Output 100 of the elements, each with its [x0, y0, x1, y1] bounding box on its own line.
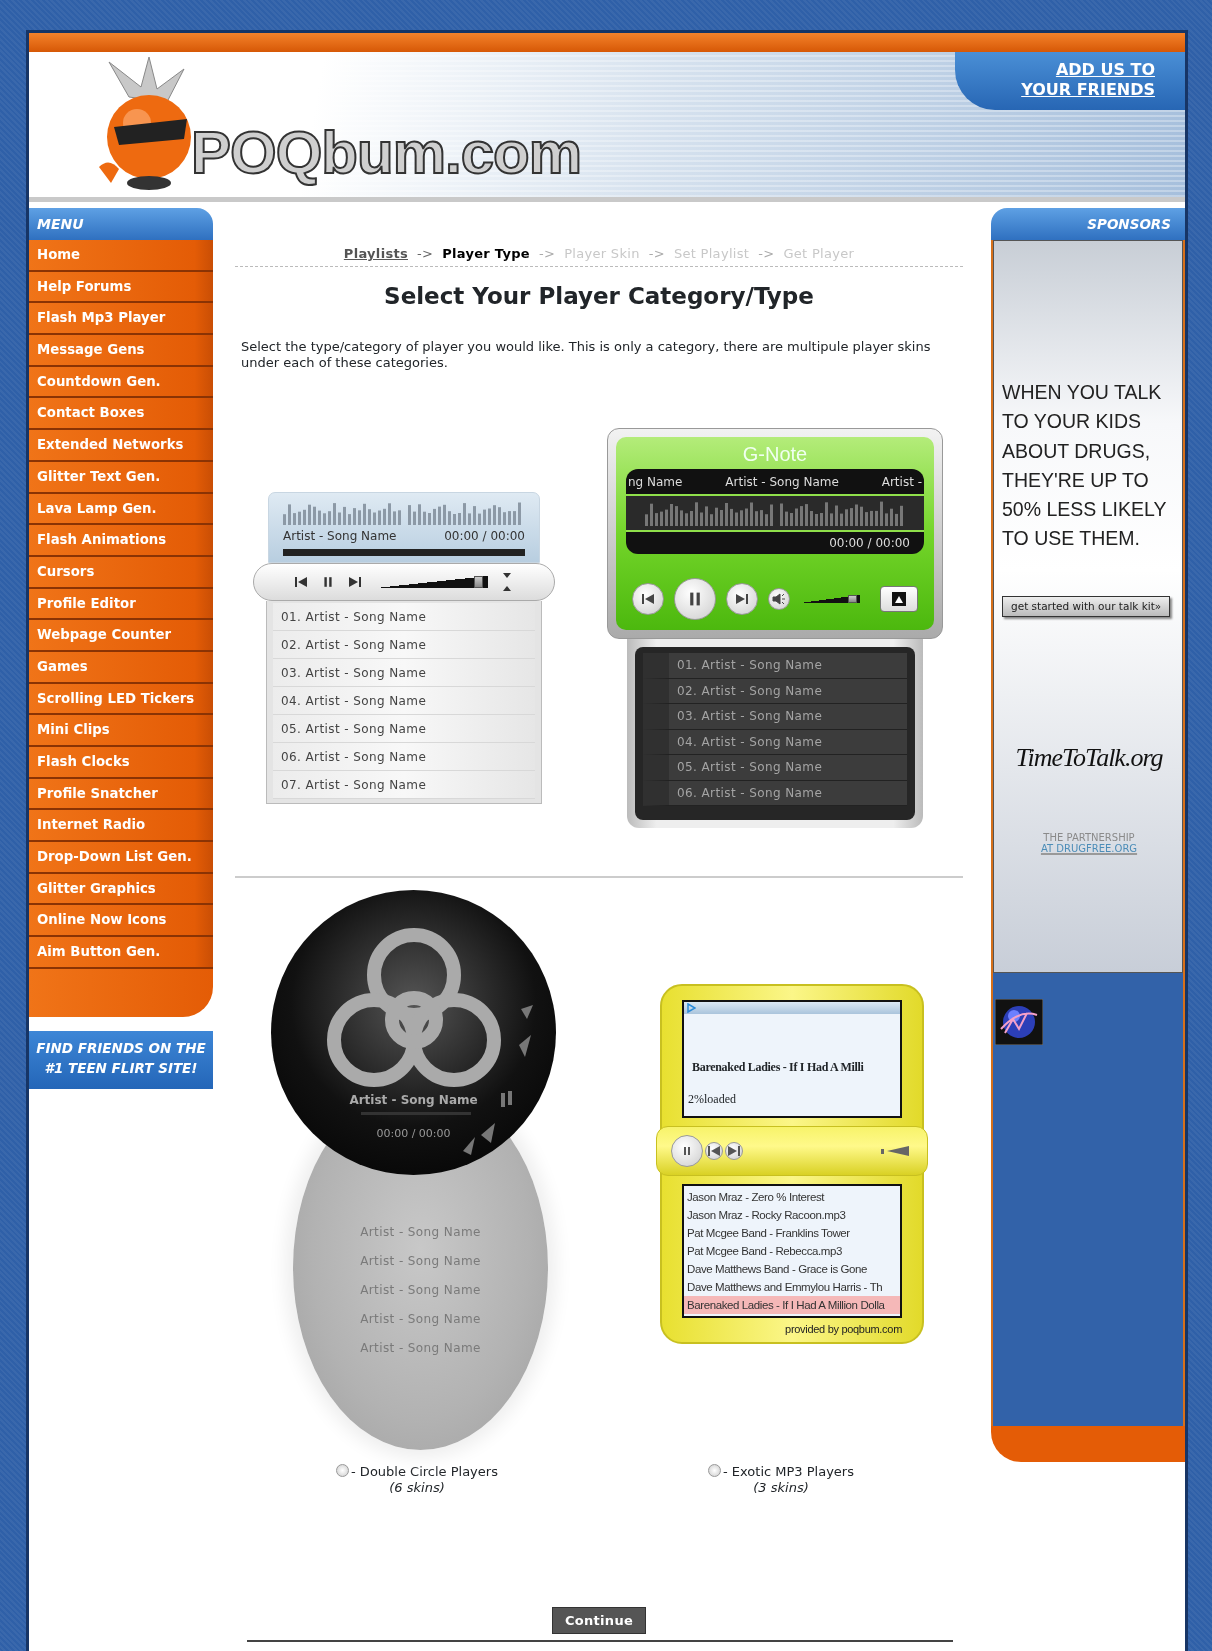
step-separator: -> [417, 246, 434, 261]
playlist-item[interactable]: Jason Mraz - Rocky Racoon.mp3 [684, 1206, 900, 1225]
previous-icon[interactable] [294, 576, 308, 589]
globe-icon[interactable] [995, 999, 1043, 1045]
menu-item[interactable]: Extended Networks [29, 430, 213, 462]
menu-item[interactable]: Profile Editor [29, 588, 213, 621]
menu-item[interactable]: Glitter Graphics [29, 873, 213, 906]
volume-thumb[interactable] [848, 595, 858, 604]
skin-count: (6 skins) [388, 1480, 446, 1497]
partner-name: AT DRUGFREE.ORG [1039, 843, 1139, 856]
playlist-item[interactable]: Barenaked Ladies - If I Had A Million Dolla [684, 1296, 900, 1315]
pause-icon[interactable] [322, 576, 334, 589]
menu-item[interactable]: Glitter Text Gen. [29, 461, 213, 494]
song-title: Artist - Song Name [283, 528, 397, 546]
ticker-text: Artist - [881, 474, 922, 492]
next-button[interactable] [726, 583, 758, 616]
radio-button[interactable] [708, 1464, 721, 1478]
playlist-item[interactable]: Pat Mcgee Band - Franklins Tower [684, 1224, 900, 1243]
menu-item[interactable]: Flash Animations [29, 525, 213, 557]
menu-item[interactable]: Scrolling LED Tickers [29, 683, 213, 716]
playlist-item[interactable]: 03. Artist - Song Name [273, 659, 535, 688]
menu-item[interactable]: Contact Boxes [29, 398, 213, 431]
song-title: Artist - Song Name [348, 1092, 479, 1110]
playlist-item[interactable]: Dave Matthews and Emmylou Harris - Th [684, 1278, 900, 1297]
previous-button[interactable] [705, 1142, 723, 1161]
talk-kit-button[interactable]: get started with our talk kit» [1002, 595, 1171, 618]
previous-button[interactable] [632, 583, 664, 616]
breadcrumb-step: Player Type [442, 246, 530, 261]
playlist-item[interactable]: 02. Artist - Song Name [643, 678, 907, 705]
step-separator: -> [758, 246, 775, 261]
menu-item[interactable]: Flash Mp3 Player [29, 303, 213, 336]
playlist-item[interactable]: 01. Artist - Song Name [643, 653, 907, 679]
playlist-item[interactable]: Artist - Song Name [360, 1310, 481, 1340]
speaker-button[interactable] [768, 588, 790, 611]
playlist-item[interactable]: 07. Artist - Song Name [273, 771, 535, 800]
skin-count: (3 skins) [752, 1480, 810, 1497]
menu-item[interactable]: Internet Radio [29, 810, 213, 843]
next-icon[interactable] [348, 576, 362, 589]
volume-thumb[interactable] [473, 576, 483, 589]
playlist-item[interactable]: Jason Mraz - Zero % Interest [684, 1188, 900, 1207]
menu-item[interactable]: Home [29, 240, 213, 272]
playlist-item[interactable]: 04. Artist - Song Name [273, 687, 535, 716]
menu-item[interactable]: Games [29, 651, 213, 684]
menu-item[interactable]: Online Now Icons [29, 905, 213, 938]
pause-button[interactable] [674, 578, 716, 621]
radio-button[interactable] [336, 1464, 350, 1478]
playlist-item[interactable]: Pat Mcgee Band - Rebecca.mp3 [684, 1242, 900, 1261]
menu-item[interactable]: Countdown Gen. [29, 366, 213, 399]
time-display: 00:00 / 00:00 [828, 535, 911, 553]
volume-icon[interactable] [881, 1145, 911, 1158]
speaker-icon [772, 593, 786, 606]
playlist-item[interactable]: 04. Artist - Song Name [643, 729, 907, 756]
song-title: Barenaked Ladies - If I Had A Milli [692, 1059, 865, 1077]
category-label[interactable]: - Exotic MP3 Players [723, 1464, 854, 1480]
step-separator: -> [648, 246, 665, 261]
menu-item[interactable]: Aim Button Gen. [29, 937, 213, 969]
next-icon [735, 593, 749, 606]
menu-item[interactable]: Drop-Down List Gen. [29, 842, 213, 874]
partner-name: THE PARTNERSHIP [1042, 833, 1136, 844]
playlist-item[interactable]: Artist - Song Name [360, 1281, 481, 1311]
menu-item[interactable]: Webpage Counter [29, 620, 213, 652]
menu-item[interactable]: Cursors [29, 556, 213, 589]
add-friends-link[interactable]: ADD US TO YOUR FRIENDS [955, 52, 1185, 110]
eject-button[interactable] [880, 586, 918, 613]
menu-item[interactable]: Help Forums [29, 271, 213, 304]
menu-item[interactable]: Mini Clips [29, 715, 213, 747]
playlist-item[interactable]: Artist - Song Name [360, 1223, 481, 1253]
previous-icon [641, 593, 655, 606]
ticker-text: Artist - Song Name [725, 474, 839, 492]
playlist-item[interactable]: 05. Artist - Song Name [643, 755, 907, 781]
continue-button[interactable]: Continue [551, 1606, 647, 1635]
next-button[interactable] [725, 1142, 743, 1161]
playlist-item[interactable]: 03. Artist - Song Name [643, 704, 907, 730]
playlist-item[interactable]: 06. Artist - Song Name [643, 780, 907, 807]
menu-item[interactable]: Lava Lamp Gen. [29, 493, 213, 526]
menu-item[interactable]: Message Gens [29, 335, 213, 367]
play-icon[interactable] [687, 1003, 696, 1014]
pause-icon [687, 591, 703, 608]
playlist-item[interactable]: 05. Artist - Song Name [273, 715, 535, 744]
playlist-item[interactable]: Artist - Song Name [360, 1252, 481, 1282]
time-display: 00:00 / 00:00 [375, 1126, 452, 1143]
sponsors-title: SPONSORS [991, 208, 1185, 240]
breadcrumb-step[interactable]: Playlists [343, 246, 408, 261]
promo-banner[interactable]: FIND FRIENDS ON THE #1 TEEN FLIRT SITE! [29, 1030, 213, 1089]
menu-item[interactable]: Profile Snatcher [29, 778, 213, 811]
playlist-item[interactable]: 01. Artist - Song Name [273, 603, 535, 632]
intro-text: Select the type/category of player you would like. This is only a category, there are multipule player skins under each of these categories. [241, 339, 932, 371]
menu-item[interactable]: Flash Clocks [29, 747, 213, 779]
pause-button[interactable] [671, 1135, 703, 1168]
ad-brand: TimeToTalk.org [1014, 742, 1164, 775]
load-status: 2%loaded [688, 1091, 737, 1109]
playlist-item[interactable]: 02. Artist - Song Name [273, 631, 535, 660]
pause-icon [682, 1146, 692, 1157]
credit-text: provided by poqbum.com [784, 1322, 902, 1338]
playlist-item[interactable]: Artist - Song Name [360, 1339, 481, 1369]
page-title: Select Your Player Category/Type [383, 281, 815, 311]
playlist-item[interactable]: Dave Matthews Band - Grace is Gone [684, 1260, 900, 1279]
sort-arrows-icon[interactable] [502, 571, 512, 594]
playlist-item[interactable]: 06. Artist - Song Name [273, 743, 535, 772]
category-label[interactable]: - Double Circle Players [351, 1464, 498, 1480]
